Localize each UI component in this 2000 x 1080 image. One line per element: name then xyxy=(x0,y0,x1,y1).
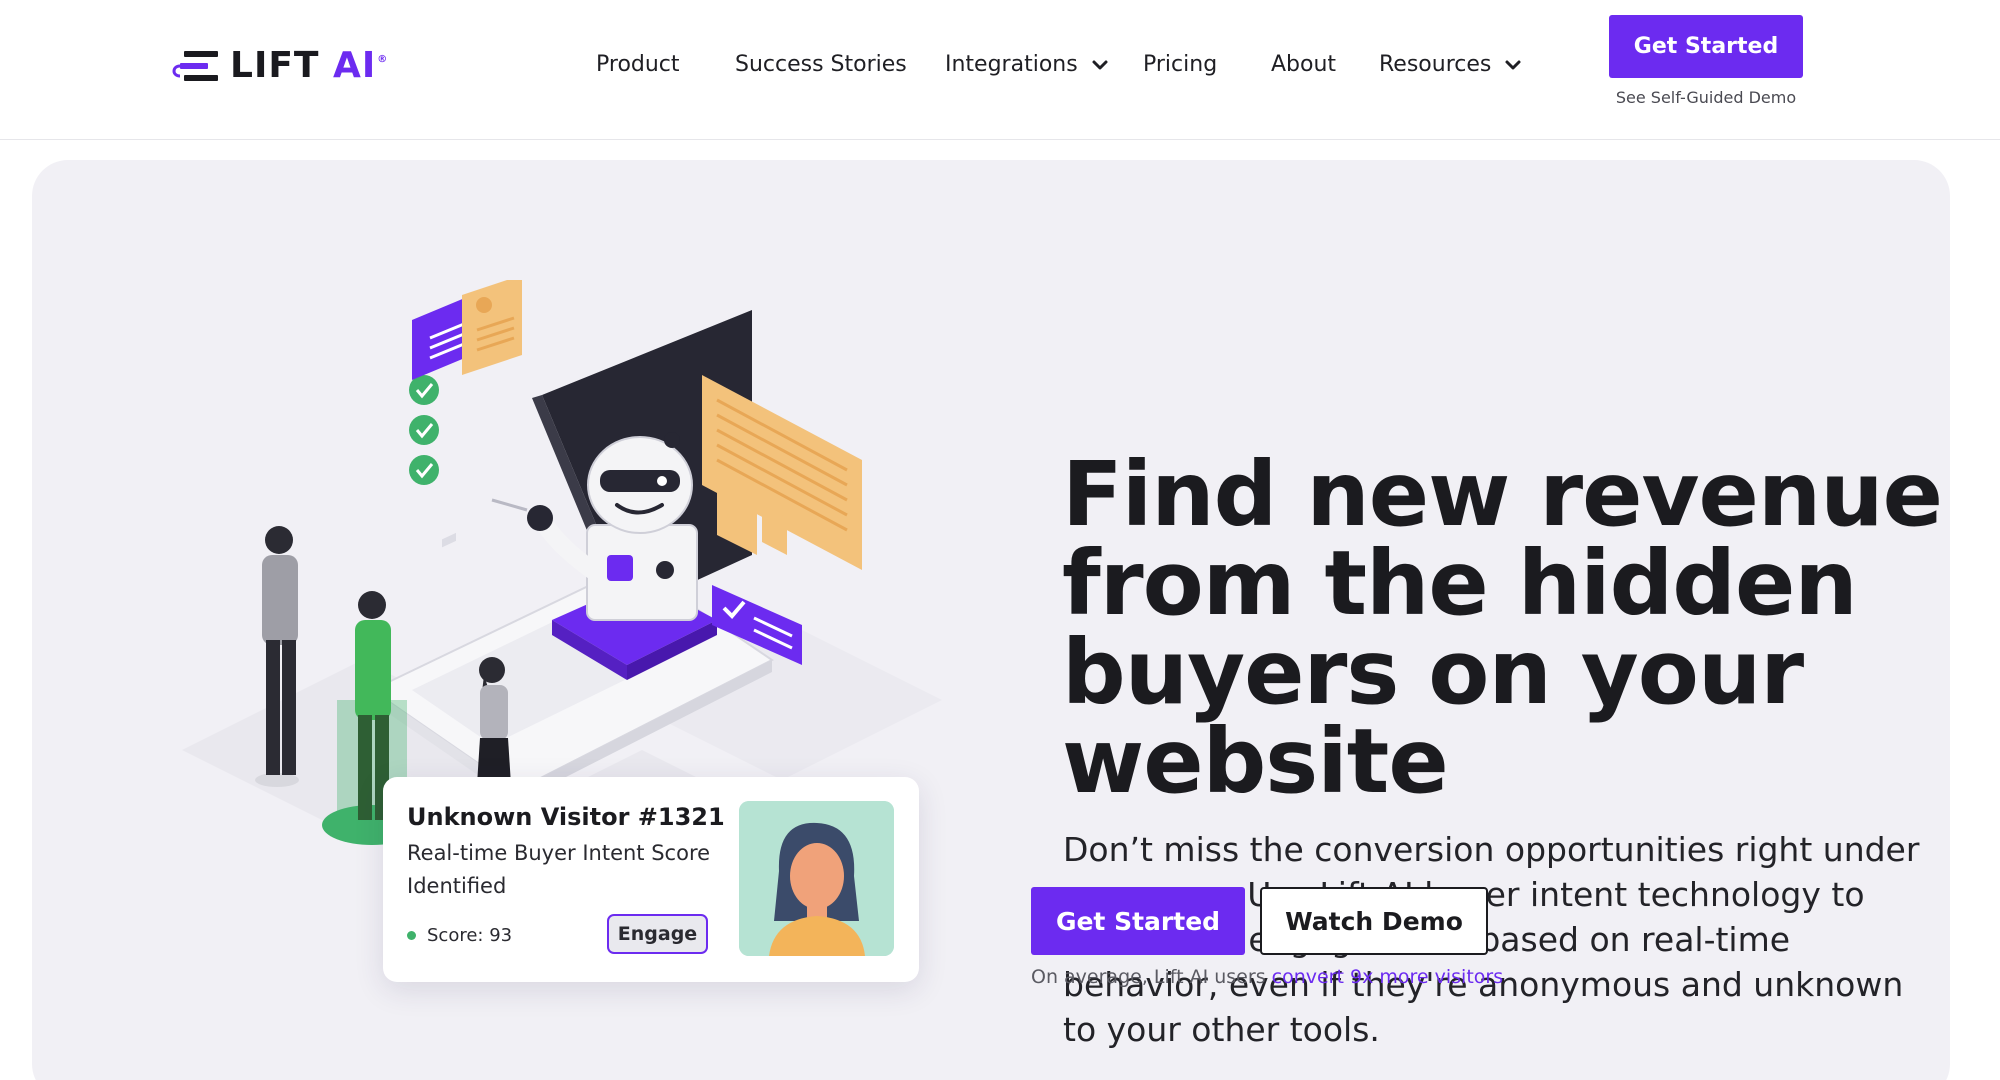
visitor-avatar xyxy=(739,801,894,956)
registered-mark: ® xyxy=(377,54,389,65)
logo-mark-icon xyxy=(172,51,218,81)
chevron-down-icon xyxy=(1092,60,1108,70)
hero-section: Find new revenue from the hidden buyers … xyxy=(32,160,1950,1080)
get-started-button[interactable]: Get Started xyxy=(1609,15,1803,78)
person-avatar-icon xyxy=(739,801,894,956)
nav-item-label: Resources xyxy=(1379,52,1492,77)
engage-button[interactable]: Engage xyxy=(607,914,708,954)
conversion-stat: On average, Lift AI users convert 9x mor… xyxy=(1031,966,1503,988)
nav-item-product[interactable]: Product xyxy=(596,50,680,80)
lift-ai-logo[interactable]: LIFT AI® xyxy=(170,46,388,86)
nav-item-integrations[interactable]: Integrations xyxy=(945,50,1110,80)
nav-item-label: Integrations xyxy=(945,52,1078,77)
visitor-score-label: Score: 93 xyxy=(427,925,513,946)
visitor-card: Unknown Visitor #1321 Real-time Buyer In… xyxy=(383,777,919,982)
nav-item-resources[interactable]: Resources xyxy=(1379,50,1523,80)
nav-item-label: Pricing xyxy=(1143,52,1218,77)
nav-item-about[interactable]: About xyxy=(1271,50,1336,80)
status-dot-icon xyxy=(407,931,416,940)
hero-get-started-button[interactable]: Get Started xyxy=(1031,887,1245,955)
nav-item-label: Product xyxy=(596,52,680,77)
nav-item-label: About xyxy=(1271,52,1337,77)
self-guided-demo-link[interactable]: See Self-Guided Demo xyxy=(1600,88,1812,107)
chevron-down-icon xyxy=(1505,60,1521,70)
visitor-score: Score: 93 xyxy=(407,925,512,946)
visitor-card-subtitle: Real-time Buyer Intent Score Identified xyxy=(407,841,711,898)
nav-item-success-stories[interactable]: Success Stories xyxy=(735,50,907,80)
logo-accent-text: AI xyxy=(333,45,377,86)
visitor-card-title: Unknown Visitor #1321 xyxy=(407,803,725,831)
conversion-stat-link[interactable]: convert 9x more visitors xyxy=(1272,966,1503,988)
conversion-stat-prefix: On average, Lift AI users xyxy=(1031,966,1272,988)
logo-text: LIFT xyxy=(230,45,320,86)
top-navigation: LIFT AI® Product Success Stories Integra… xyxy=(0,0,2000,140)
nav-item-pricing[interactable]: Pricing xyxy=(1143,50,1217,80)
watch-demo-button[interactable]: Watch Demo xyxy=(1260,887,1488,955)
hero-headline: Find new revenue from the hidden buyers … xyxy=(1062,442,1943,813)
nav-item-label: Success Stories xyxy=(735,52,907,77)
